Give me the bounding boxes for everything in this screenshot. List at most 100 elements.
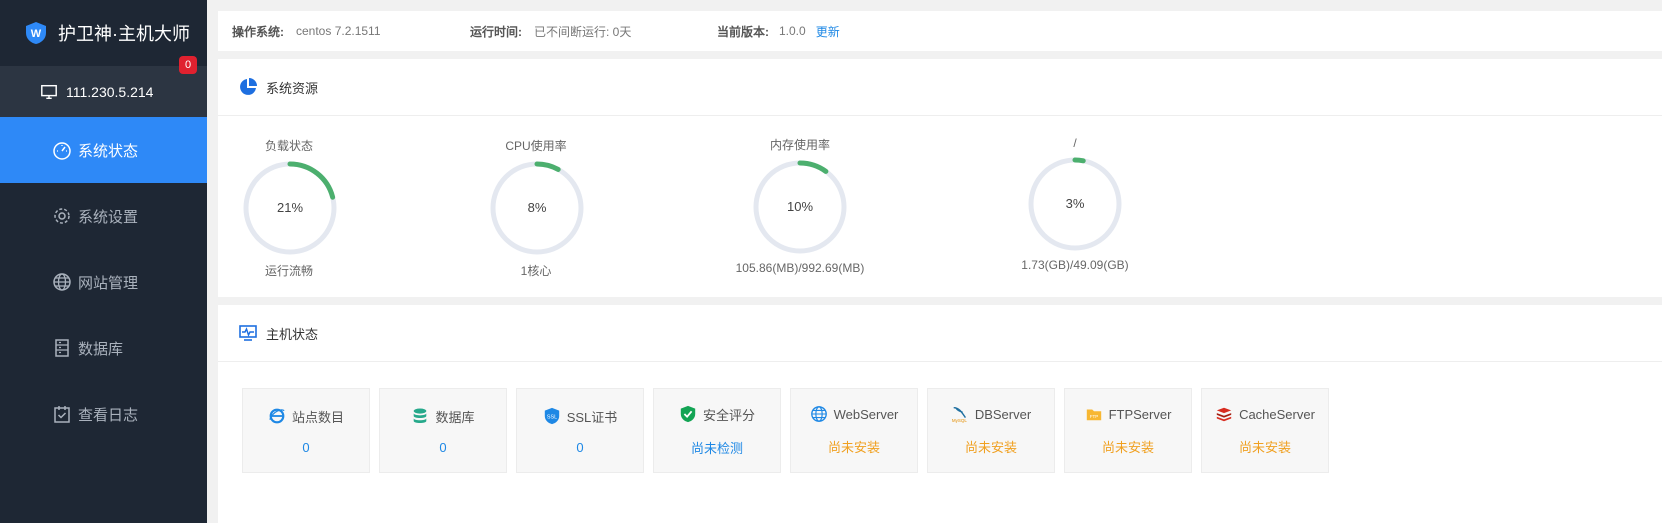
card-value: 0: [439, 439, 447, 455]
system-info-bar: 操作系统: centos 7.2.1511 运行时间: 已不间断运行: 0天 当…: [218, 11, 1662, 51]
database-icon: [55, 339, 69, 357]
panel-header: 系统资源: [218, 59, 1662, 116]
globe-icon: [53, 273, 71, 291]
gauge-label: 内存使用率: [769, 138, 830, 152]
card-title: WebServer: [810, 405, 899, 423]
card-title: 站点数目: [268, 407, 344, 426]
card-label: WebServer: [833, 406, 899, 422]
os-info: 操作系统: centos 7.2.1511: [232, 23, 381, 40]
card-label: 数据库: [435, 409, 475, 425]
gauge-label: /: [1073, 136, 1077, 150]
version-label: 当前版本:: [717, 24, 769, 39]
nav-item-system-status[interactable]: 系统状态: [0, 117, 207, 183]
nav-item-site-management[interactable]: 网站管理: [0, 249, 207, 315]
os-label: 操作系统:: [232, 24, 284, 39]
host-card[interactable]: FTP FTPServer 尚未安装: [1064, 388, 1192, 473]
panel-title: 系统资源: [266, 80, 319, 96]
update-link[interactable]: 更新: [816, 23, 840, 40]
gauge-label: CPU使用率: [505, 139, 567, 153]
ssl-icon: SSL: [543, 407, 561, 425]
card-value: 尚未安装: [964, 440, 1017, 455]
gauge-value: 10%: [787, 199, 813, 214]
host-card[interactable]: 数据库 0: [379, 388, 507, 473]
host-card[interactable]: SSL SSL证书 0: [516, 388, 644, 473]
card-title: CacheServer: [1215, 405, 1315, 423]
svg-text:W: W: [31, 28, 42, 40]
gauge-value: 21%: [277, 200, 303, 215]
server-selector[interactable]: 111.230.5.214 0: [0, 56, 207, 117]
uptime-value: 已不间断运行: 0天: [534, 24, 632, 39]
monitor-icon: [41, 84, 57, 99]
card-label: 站点数目: [291, 409, 344, 425]
server-ip: 111.230.5.214: [66, 83, 154, 100]
dashboard-icon: [53, 142, 71, 160]
card-label: CacheServer: [1239, 406, 1315, 422]
gauge-ring: 8%: [490, 161, 584, 255]
card-value: 0: [576, 439, 584, 455]
card-label: 安全评分: [702, 407, 755, 423]
main-content: 操作系统: centos 7.2.1511 运行时间: 已不间断运行: 0天 当…: [207, 0, 1662, 523]
host-card[interactable]: WebServer 尚未安装: [790, 388, 918, 473]
nav-item-system-settings[interactable]: 系统设置: [0, 183, 207, 249]
svg-text:MySQL: MySQL: [952, 418, 968, 423]
shield-icon: [679, 405, 697, 423]
calendar-icon: [54, 406, 70, 423]
nav-item-label: 数据库: [78, 340, 124, 358]
version-info: 当前版本: 1.0.0 更新: [717, 23, 840, 40]
card-value: 尚未安装: [1238, 440, 1291, 455]
nav-item-label: 查看日志: [78, 406, 139, 424]
ie-icon: [268, 407, 286, 425]
host-card[interactable]: MySQL DBServer 尚未安装: [927, 388, 1055, 473]
app-title: 护卫神·主机大师: [58, 24, 190, 44]
pie-chart-icon: [240, 78, 257, 95]
gauge-subtext: 1核心: [520, 264, 552, 278]
monitor-pulse-icon: [239, 325, 257, 341]
gauge: / 3% 1.73(GB)/49.09(GB): [1010, 136, 1140, 272]
gauge-ring: 10%: [753, 160, 847, 254]
database-icon: [411, 407, 429, 425]
gauge: 内存使用率 10% 105.86(MB)/992.69(MB): [730, 136, 870, 275]
card-label: DBServer: [974, 406, 1032, 422]
host-card[interactable]: 站点数目 0: [242, 388, 370, 473]
gauge: 负载状态 21% 运行流畅: [242, 137, 337, 279]
card-label: FTPServer: [1108, 406, 1172, 422]
nav-item-label: 系统设置: [78, 208, 139, 226]
nav-item-database[interactable]: 数据库: [0, 315, 207, 381]
gauge-subtext: 105.86(MB)/992.69(MB): [735, 261, 865, 275]
host-status-panel: 主机状态 站点数目 0 数据库 0 SSL SSL证书 0 安全评分 尚未检测 WebServer…: [218, 305, 1662, 523]
ftp-icon: FTP: [1085, 405, 1103, 423]
gauge-subtext: 运行流畅: [264, 264, 313, 278]
host-cards: 站点数目 0 数据库 0 SSL SSL证书 0 安全评分 尚未检测 WebServer 尚未安装 M…: [242, 388, 1329, 473]
gauge: CPU使用率 8% 1核心: [489, 137, 584, 279]
host-card[interactable]: CacheServer 尚未安装: [1201, 388, 1329, 473]
gauge-ring: 21%: [243, 161, 337, 255]
uptime-info: 运行时间: 已不间断运行: 0天: [470, 23, 631, 40]
panel-title: 主机状态: [266, 326, 319, 342]
card-value: 尚未检测: [690, 440, 743, 456]
system-resources-panel: 系统资源 负载状态 21% 运行流畅 CPU使用率 8% 1核心 内存使用率 10% 105.8…: [218, 59, 1662, 297]
gauge-subtext: 1.73(GB)/49.09(GB): [1021, 258, 1129, 272]
gauge-value: 3%: [1066, 196, 1085, 211]
host-card[interactable]: 安全评分尚未检测: [653, 388, 781, 473]
card-title: 数据库: [411, 407, 475, 426]
svg-text:FTP: FTP: [1089, 414, 1098, 419]
brand: W 护卫神·主机大师: [0, 0, 207, 66]
version-value: 1.0.0: [779, 24, 806, 38]
gauge-ring: 3%: [1028, 157, 1122, 251]
nav-item-label: 网站管理: [78, 274, 139, 292]
nav-item-view-logs[interactable]: 查看日志: [0, 381, 207, 447]
nav-item-label: 系统状态: [78, 142, 139, 160]
shield-logo-icon: W: [24, 21, 48, 45]
redis-icon: [1215, 405, 1233, 423]
notification-badge[interactable]: 0: [179, 56, 197, 74]
panel-header: 主机状态: [218, 305, 1662, 362]
gear-icon: [54, 208, 70, 224]
svg-text:SSL: SSL: [547, 414, 557, 420]
os-value: centos 7.2.1511: [296, 24, 381, 38]
uptime-label: 运行时间:: [470, 24, 522, 39]
globe-icon: [810, 405, 828, 423]
card-title: FTP FTPServer: [1085, 405, 1172, 423]
card-label: SSL证书: [566, 409, 618, 425]
card-title: MySQL DBServer: [951, 405, 1032, 424]
mysql-icon: MySQL: [951, 405, 969, 423]
